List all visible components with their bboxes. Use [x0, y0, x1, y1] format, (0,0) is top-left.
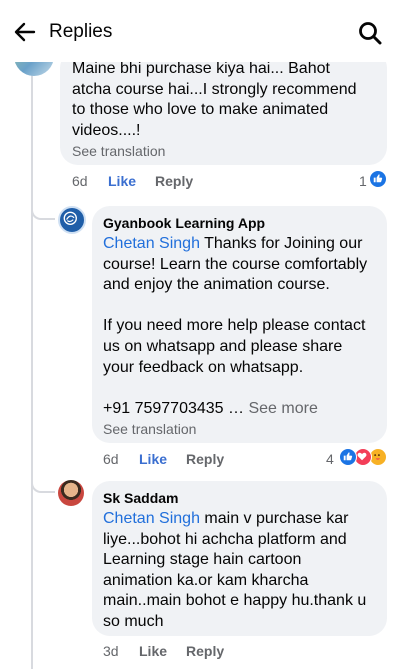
comment-author[interactable]: Sk Saddam	[103, 490, 178, 506]
gyanbook-logo-icon	[63, 211, 77, 225]
comment-text: Maine bhi purchase kiya hai... Bahot atc…	[72, 60, 357, 139]
thumbs-up-icon	[369, 170, 387, 188]
thread-branch	[31, 206, 55, 220]
comment-text: Chetan Singh Thanks for Joining our cour…	[103, 234, 385, 419]
comment-author[interactable]: Gyanbook Learning App	[103, 215, 265, 231]
reply-button[interactable]: Reply	[186, 643, 224, 659]
see-translation-link[interactable]: See translation	[72, 143, 165, 159]
comment-actions: 3d Like Reply	[103, 643, 383, 663]
comment-actions: 6d Like Reply	[72, 173, 392, 193]
comment-time: 6d	[103, 451, 119, 467]
back-arrow-icon[interactable]	[12, 19, 38, 45]
see-more-link[interactable]: See more	[248, 400, 317, 417]
comment-time: 6d	[72, 173, 88, 189]
search-icon[interactable]	[357, 20, 383, 46]
like-button[interactable]: Like	[108, 173, 136, 189]
top-bar: Replies	[0, 0, 400, 62]
avatar[interactable]	[58, 480, 84, 506]
comment-time: 3d	[103, 643, 119, 659]
mention-link[interactable]: Chetan Singh	[103, 235, 200, 252]
comment-text-rest: liye...bohot hi achcha platform and Lear…	[103, 530, 367, 630]
see-translation-link[interactable]: See translation	[103, 421, 196, 437]
thumbs-up-icon	[339, 448, 357, 466]
thread-line	[31, 62, 33, 669]
reply-button[interactable]: Reply	[186, 451, 224, 467]
avatar[interactable]	[58, 206, 86, 234]
reply-button[interactable]: Reply	[155, 173, 193, 189]
comment-text: Chetan Singh main v purchase kar liye...…	[103, 509, 385, 633]
like-button[interactable]: Like	[139, 451, 167, 467]
reaction-count[interactable]: 4	[326, 451, 334, 467]
thread-branch	[31, 479, 55, 493]
comment-text-line: main v purchase kar	[199, 510, 349, 527]
like-button[interactable]: Like	[139, 643, 167, 659]
page-title: Replies	[49, 21, 113, 42]
reaction-count[interactable]: 1	[359, 173, 367, 189]
mention-link[interactable]: Chetan Singh	[103, 510, 200, 527]
comment-text-rest: course! Learn the course comfortably and…	[103, 255, 368, 417]
comment-text-line: Thanks for Joining our	[199, 235, 363, 252]
